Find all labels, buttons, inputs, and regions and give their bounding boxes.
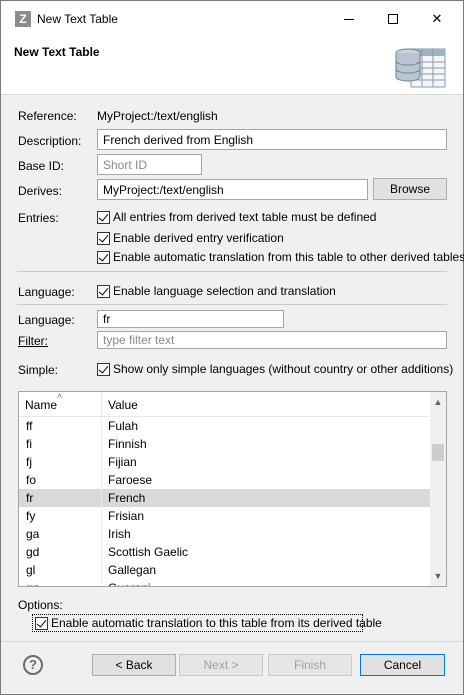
table-body: ff Fulah fi Finnish fj Fijian fo Faroese fr Frenc… xyxy=(19,417,430,586)
checkbox-checked-icon[interactable] xyxy=(97,210,110,224)
sort-ascending-icon: ˄ xyxy=(57,391,63,401)
help-icon[interactable]: ? xyxy=(23,655,43,675)
checkbox-label: Enable language selection and translatio… xyxy=(113,284,336,298)
filter-field[interactable]: type filter text xyxy=(97,331,447,349)
table-row[interactable]: fr French xyxy=(19,489,430,507)
checkbox-label: All entries from derived text table must… xyxy=(113,210,377,224)
separator xyxy=(17,304,447,305)
description-field[interactable]: French derived from English xyxy=(97,129,447,150)
app-icon: Z xyxy=(15,11,31,27)
wizard-banner: New Text Table xyxy=(1,37,463,95)
column-header-name[interactable]: ˄ Name xyxy=(19,392,102,417)
vertical-scrollbar[interactable]: ▲ ▼ xyxy=(430,392,446,586)
minimize-button[interactable] xyxy=(327,1,371,37)
reference-label: Reference: xyxy=(18,109,77,123)
separator xyxy=(17,271,447,272)
language-code-cell: fi xyxy=(19,435,102,453)
checkbox-label: Enable derived entry verification xyxy=(113,231,284,245)
database-table-icon xyxy=(395,48,446,88)
language-selection-option[interactable]: Enable language selection and translatio… xyxy=(97,284,336,298)
table-row[interactable]: fy Frisian xyxy=(19,507,430,525)
back-button[interactable]: < Back xyxy=(92,654,176,676)
dialog-window: Z New Text Table ✕ New Text Table Refere… xyxy=(0,0,464,695)
scroll-thumb[interactable] xyxy=(432,444,444,461)
language-name-cell: Irish xyxy=(108,527,131,541)
language-name-cell: Finnish xyxy=(108,437,147,451)
language-name-cell: Fulah xyxy=(108,419,139,433)
title-bar[interactable]: Z New Text Table ✕ xyxy=(1,1,463,37)
language-code-cell: fy xyxy=(19,507,102,525)
close-icon: ✕ xyxy=(431,11,443,26)
language-name-cell: Frisian xyxy=(108,509,145,523)
entries-option-auto-translation[interactable]: Enable automatic translation from this t… xyxy=(97,250,464,264)
simple-label: Simple: xyxy=(18,363,59,377)
checkbox-checked-icon[interactable] xyxy=(97,362,110,376)
checkbox-checked-icon[interactable] xyxy=(97,284,110,298)
browse-button[interactable]: Browse xyxy=(373,178,447,200)
minimize-icon xyxy=(344,18,354,20)
checkbox-checked-icon[interactable] xyxy=(97,250,110,264)
close-button[interactable]: ✕ xyxy=(415,1,459,37)
language-code-cell: ff xyxy=(19,417,102,435)
language-code-cell: fr xyxy=(19,489,102,507)
derives-label: Derives: xyxy=(18,184,63,198)
table-row[interactable]: fi Finnish xyxy=(19,435,430,453)
scroll-down-icon[interactable]: ▼ xyxy=(430,568,446,584)
language-code-cell: gn xyxy=(19,579,102,586)
finish-button[interactable]: Finish xyxy=(268,654,352,676)
maximize-icon xyxy=(388,14,398,24)
filter-label: Filter: xyxy=(18,334,48,348)
language-section-label: Language: xyxy=(18,285,75,299)
table-row[interactable]: fo Faroese xyxy=(19,471,430,489)
simple-languages-option[interactable]: Show only simple languages (without coun… xyxy=(97,362,453,376)
language-name-cell: Guarani xyxy=(102,581,151,586)
base-id-label: Base ID: xyxy=(18,159,65,173)
language-code-cell: fo xyxy=(19,471,102,489)
table-row[interactable]: gl Gallegan xyxy=(19,561,430,579)
focus-rectangle xyxy=(32,614,363,632)
options-label: Options: xyxy=(18,598,63,612)
language-table[interactable]: ˄ Name Value ff Fulah fi Finnish fj Fijian fo F… xyxy=(18,391,447,587)
banner-title: New Text Table xyxy=(14,45,100,59)
table-row[interactable]: ff Fulah xyxy=(19,417,430,435)
language-code-cell: gl xyxy=(19,561,102,579)
table-row[interactable]: gd Scottish Gaelic xyxy=(19,543,430,561)
language-name-cell: Fijian xyxy=(108,455,137,469)
description-label: Description: xyxy=(18,134,82,148)
next-button[interactable]: Next > xyxy=(179,654,263,676)
maximize-button[interactable] xyxy=(371,1,415,37)
language-code-cell: ga xyxy=(19,525,102,543)
base-id-field[interactable]: Short ID xyxy=(97,154,202,175)
table-row[interactable]: ga Irish xyxy=(19,525,430,543)
language-name-cell: Gallegan xyxy=(108,563,157,577)
cancel-button[interactable]: Cancel xyxy=(360,654,445,676)
language-name-cell: Faroese xyxy=(108,473,153,487)
checkbox-checked-icon[interactable] xyxy=(97,231,110,245)
entries-option-all-defined[interactable]: All entries from derived text table must… xyxy=(97,210,376,224)
scroll-up-icon[interactable]: ▲ xyxy=(430,394,446,410)
derives-field[interactable]: MyProject:/text/english xyxy=(97,179,368,200)
window-title: New Text Table xyxy=(37,12,118,26)
checkbox-label: Show only simple languages (without coun… xyxy=(113,362,454,376)
language-name-cell: French xyxy=(108,491,146,505)
separator xyxy=(1,641,463,642)
table-row[interactable]: gnGuarani xyxy=(19,579,430,586)
table-row[interactable]: fj Fijian xyxy=(19,453,430,471)
column-header-value[interactable]: Value xyxy=(102,392,144,417)
language-code-cell: gd xyxy=(19,543,102,561)
entries-option-verification[interactable]: Enable derived entry verification xyxy=(97,231,284,245)
language-field[interactable]: fr xyxy=(97,310,284,328)
language-field-label: Language: xyxy=(18,313,75,327)
entries-label: Entries: xyxy=(18,211,59,225)
language-name-cell: Scottish Gaelic xyxy=(108,545,189,559)
table-header: ˄ Name Value xyxy=(19,392,430,417)
checkbox-label: Enable automatic translation from this t… xyxy=(113,250,464,264)
language-code-cell: fj xyxy=(19,453,102,471)
reference-value: MyProject:/text/english xyxy=(97,109,218,123)
